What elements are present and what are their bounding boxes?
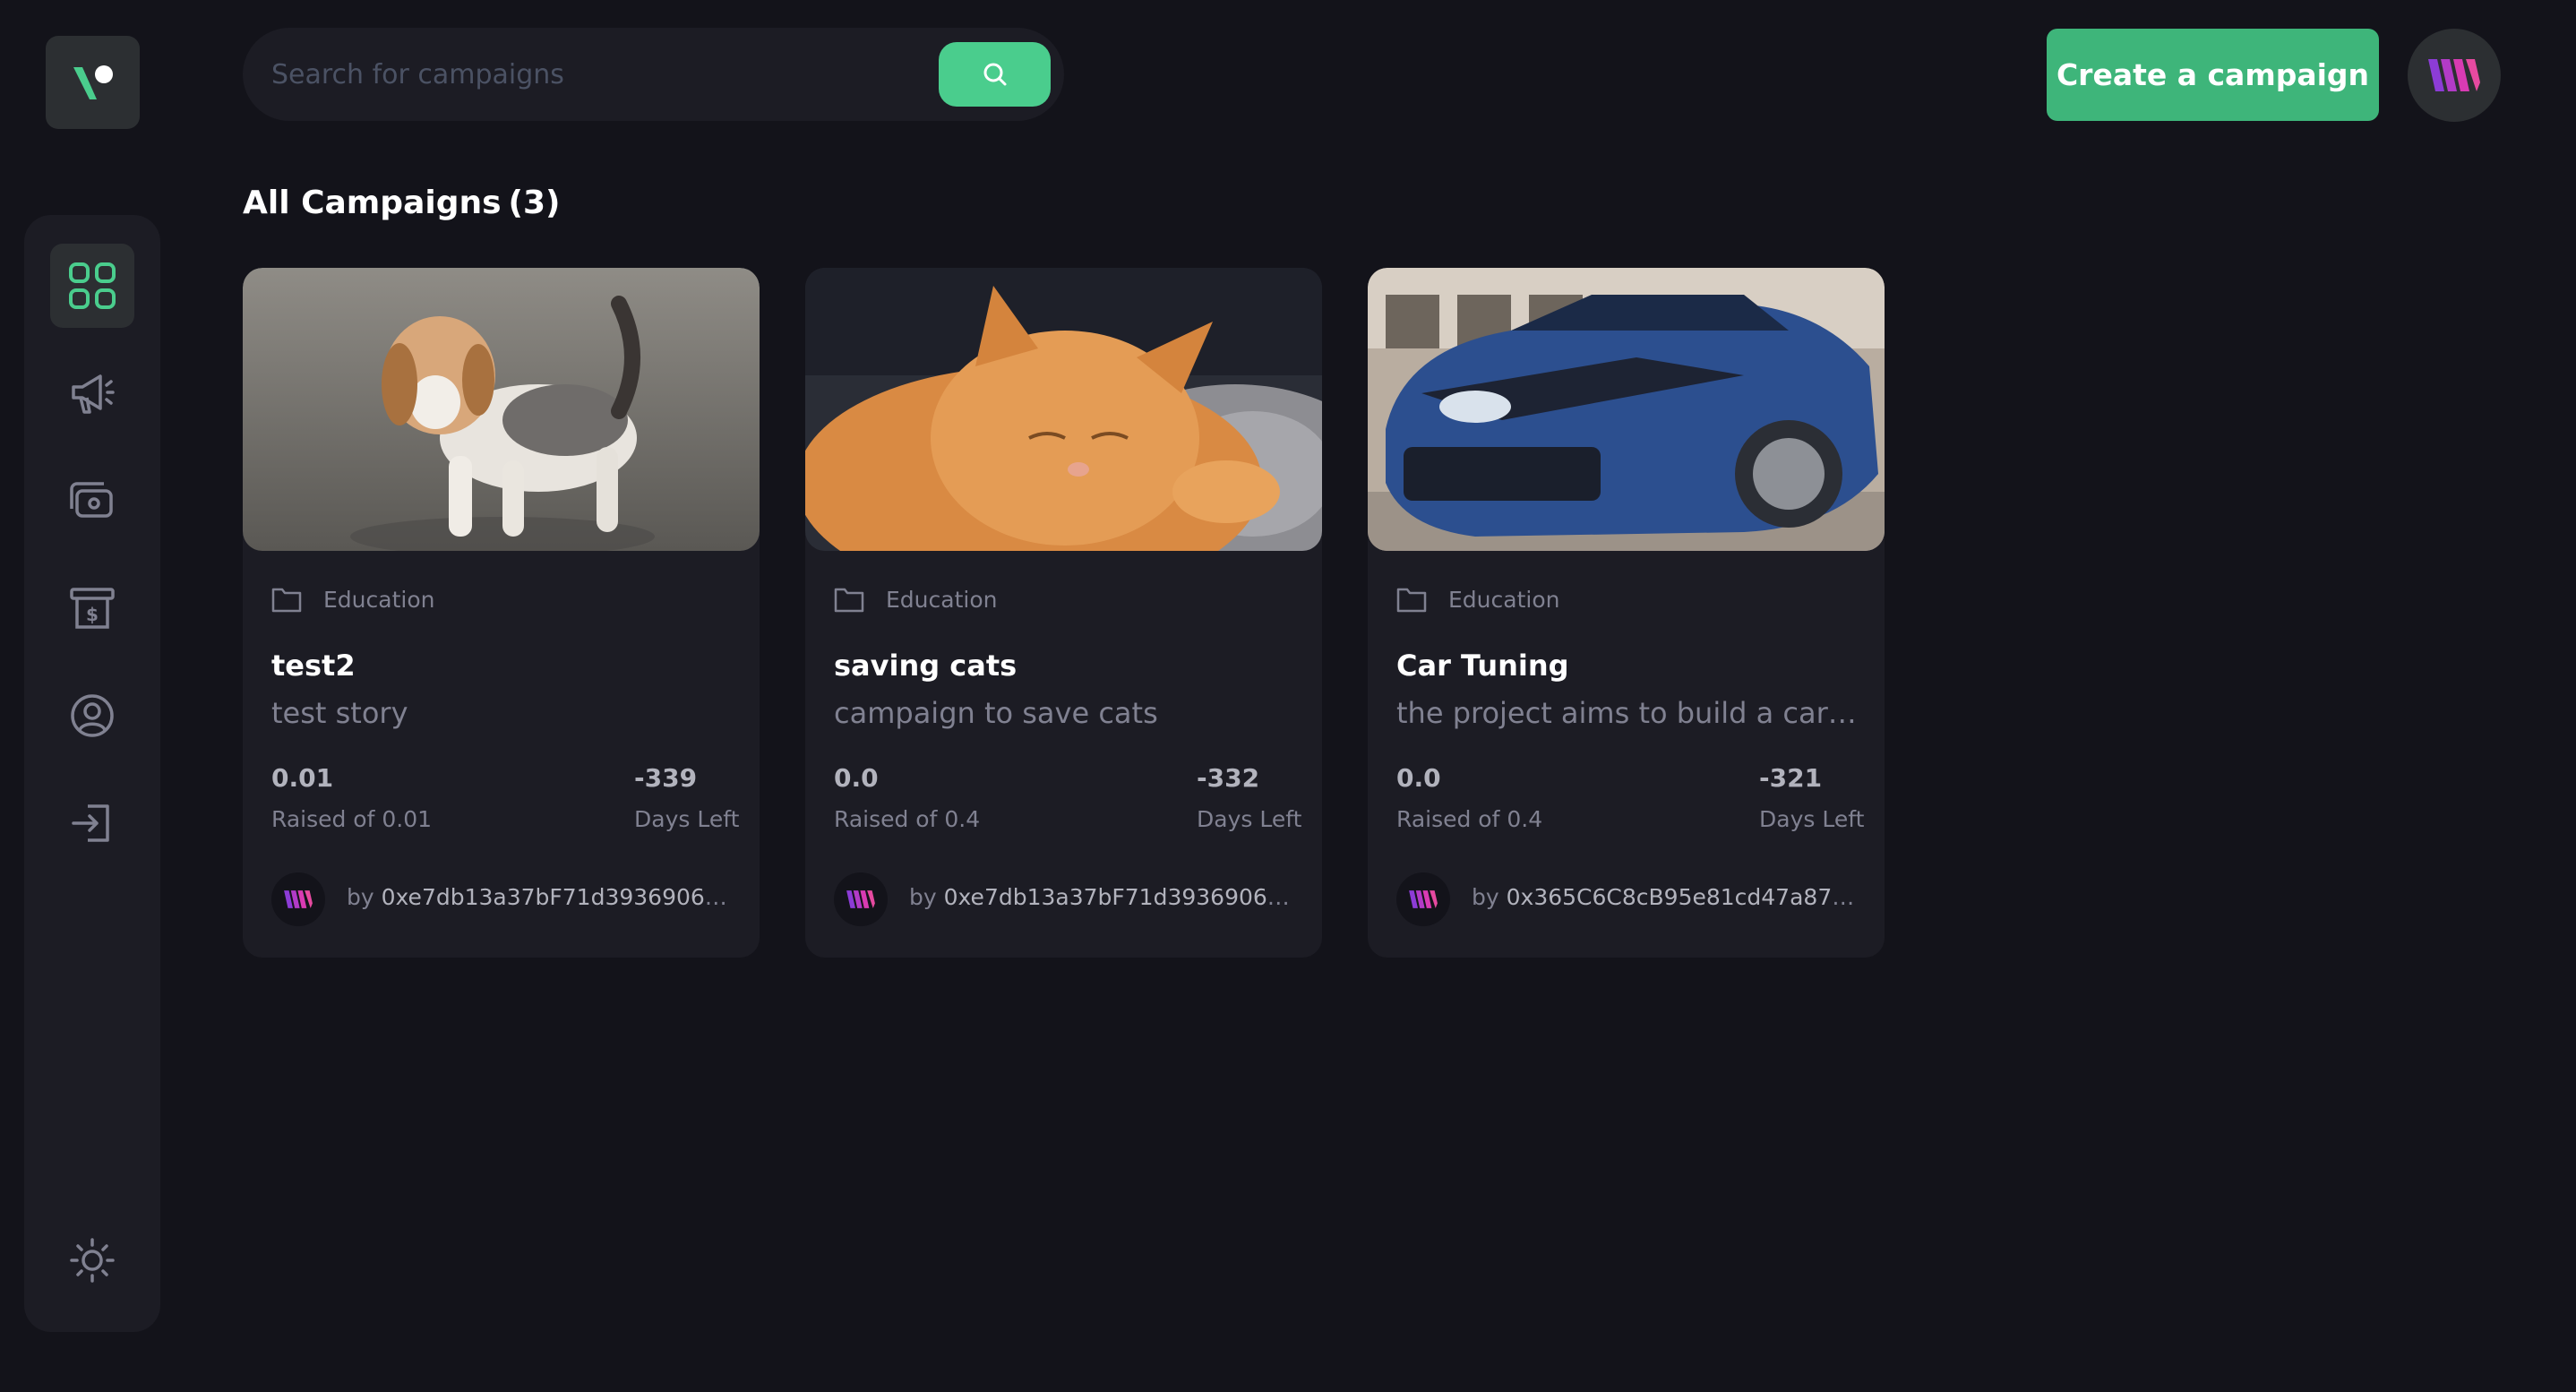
sidebar: $ (24, 215, 160, 1332)
owner-avatar (834, 872, 888, 926)
days-left-value: -321 (1759, 763, 1823, 793)
car-image (1368, 268, 1885, 551)
nav-profile[interactable] (50, 674, 134, 758)
raised-amount: 0.0 (834, 763, 879, 793)
withdraw-icon: $ (70, 588, 115, 629)
campaign-icon (72, 374, 115, 414)
owner-by-label: by (347, 884, 374, 910)
nav-withdraw[interactable]: $ (50, 566, 134, 650)
folder-icon (834, 588, 864, 613)
category-label: Education (1448, 586, 1560, 613)
nav-logout[interactable] (50, 781, 134, 865)
campaign-description: campaign to save cats (834, 696, 1158, 730)
campaign-description: test story (271, 696, 408, 730)
owner-logo-icon (846, 890, 875, 908)
search-bar (243, 28, 1064, 121)
owner-by-label: by (909, 884, 937, 910)
owner-line: by 0xe7db13a37bF71d3936906C8b9... (347, 884, 741, 910)
owner-logo-icon (284, 890, 313, 908)
nav-dashboard[interactable] (50, 244, 134, 328)
logo-button[interactable] (46, 36, 140, 129)
campaign-card[interactable]: Education Car Tuning the project aims to… (1368, 268, 1885, 958)
campaign-card[interactable]: Education test2 test story 0.01 Raised o… (243, 268, 760, 958)
create-campaign-button[interactable]: Create a campaign (2047, 29, 2379, 121)
owner-address: 0xe7db13a37bF71d3936906C8b9... (381, 884, 741, 910)
campaign-image (805, 268, 1322, 551)
svg-text:$: $ (86, 604, 99, 625)
dashboard-icon (69, 262, 116, 309)
owner-address: 0xe7db13a37bF71d3936906C8b9... (943, 884, 1303, 910)
campaign-title: saving cats (834, 649, 1018, 683)
category-label: Education (886, 586, 998, 613)
nav-payment[interactable] (50, 459, 134, 543)
nav-campaign[interactable] (50, 351, 134, 435)
app-root: $ Search for campaigns Create a campaign… (0, 0, 2576, 1392)
page-title-text: All Campaigns (243, 185, 502, 221)
owner-logo-icon (1409, 890, 1438, 908)
campaign-card[interactable]: Education saving cats campaign to save c… (805, 268, 1322, 958)
owner-address: 0x365C6C8cB95e81cd47a8781a1... (1506, 884, 1866, 910)
days-left-label: Days Left (1197, 806, 1302, 832)
category-row: Education (1396, 583, 1559, 615)
page-title: All Campaigns (3) (243, 185, 561, 221)
sun-icon (70, 1238, 115, 1283)
campaign-image (1368, 268, 1885, 551)
category-row: Education (834, 583, 997, 615)
owner-by-label: by (1472, 884, 1499, 910)
days-left-label: Days Left (634, 806, 740, 832)
campaign-description: the project aims to build a car ... (1396, 696, 1862, 730)
campaign-count: (3) (508, 185, 561, 221)
raised-amount: 0.0 (1396, 763, 1441, 793)
logout-icon (72, 804, 109, 842)
campaign-image (243, 268, 760, 551)
folder-icon (1396, 588, 1427, 613)
profile-avatar-button[interactable] (2408, 29, 2501, 122)
search-input[interactable] (271, 28, 916, 121)
category-label: Education (323, 586, 435, 613)
owner-line: by 0xe7db13a37bF71d3936906C8b9... (909, 884, 1303, 910)
days-left-value: -339 (634, 763, 698, 793)
campaign-title: Car Tuning (1396, 649, 1569, 683)
days-left-label: Days Left (1759, 806, 1865, 832)
raised-amount: 0.01 (271, 763, 334, 793)
puppy-image (243, 268, 760, 551)
logo-icon (73, 65, 113, 99)
cat-image (805, 268, 1322, 551)
owner-avatar (271, 872, 325, 926)
profile-icon (71, 694, 114, 737)
raised-label: Raised of 0.4 (1396, 806, 1543, 832)
owner-avatar (1396, 872, 1450, 926)
raised-label: Raised of 0.01 (271, 806, 433, 832)
theme-toggle[interactable] (50, 1218, 134, 1302)
profile-logo-icon (2428, 59, 2480, 91)
search-button[interactable] (939, 42, 1051, 107)
raised-label: Raised of 0.4 (834, 806, 981, 832)
owner-line: by 0x365C6C8cB95e81cd47a8781a1... (1472, 884, 1866, 910)
campaign-title: test2 (271, 649, 356, 683)
payment-icon (70, 482, 113, 518)
folder-icon (271, 588, 302, 613)
days-left-value: -332 (1197, 763, 1260, 793)
search-icon (983, 63, 1006, 86)
category-row: Education (271, 583, 434, 615)
